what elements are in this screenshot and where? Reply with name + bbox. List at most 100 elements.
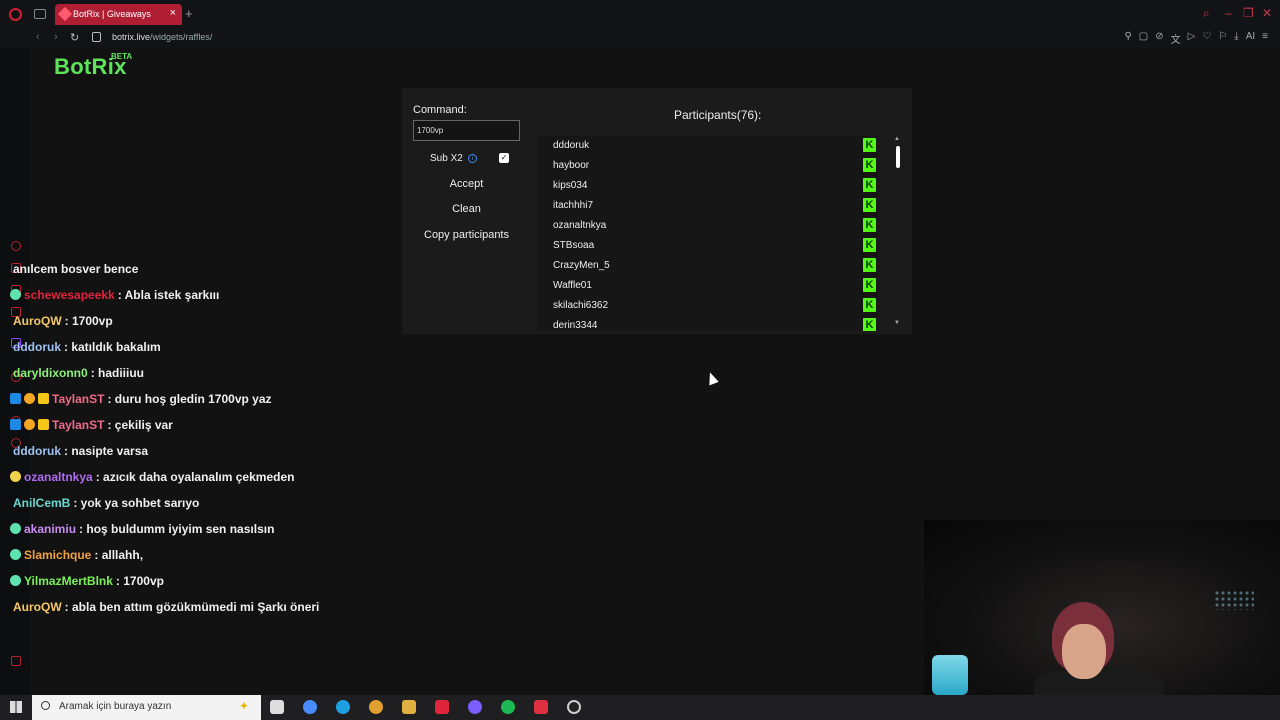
- edge-icon[interactable]: [336, 700, 350, 714]
- download-icon[interactable]: ⤓: [1234, 31, 1238, 46]
- tab-close-button[interactable]: ×: [170, 7, 176, 19]
- file-explorer-icon[interactable]: [402, 700, 416, 714]
- chat-message: YilmazMertBlnk: 1700vp: [10, 574, 164, 594]
- taskbar-search[interactable]: Aramak için buraya yazın ✦: [32, 695, 261, 720]
- chat-message: dddoruk: katıldık bakalım: [13, 340, 161, 360]
- chat-text: : çekiliş var: [107, 418, 173, 432]
- participant-row[interactable]: derin3344 K: [538, 316, 878, 331]
- participant-row[interactable]: dddoruk K: [538, 136, 878, 156]
- workspace-icon[interactable]: [34, 9, 46, 19]
- snapshot-icon[interactable]: ▢: [1139, 31, 1148, 46]
- chat-text: : alllahh,: [94, 548, 144, 562]
- fairy-lights: [1214, 590, 1254, 610]
- participant-row[interactable]: kips034 K: [538, 176, 878, 196]
- opera-gx-icon[interactable]: [435, 700, 449, 714]
- chat-message: ozanaltnkya: azıcık daha oyalanalım çekm…: [10, 470, 294, 490]
- participant-row[interactable]: STBsoaa K: [538, 236, 878, 256]
- heart-icon[interactable]: ♡: [1202, 31, 1211, 46]
- kick-platform-icon: K: [863, 218, 876, 232]
- chat-text: : hadiiiuu: [90, 366, 145, 380]
- accept-button[interactable]: Accept: [413, 173, 520, 195]
- scroll-thumb[interactable]: [896, 146, 900, 168]
- url-path: /widgets/raffles/: [150, 32, 213, 42]
- translate-icon[interactable]: 文: [1171, 31, 1181, 46]
- participant-name: Waffle01: [553, 280, 592, 291]
- chat-text: : Abla istek şarkııı: [117, 288, 220, 302]
- founder-badge-icon: [24, 393, 35, 404]
- app-icon[interactable]: [534, 700, 548, 714]
- streamer-face: [1062, 624, 1106, 679]
- chat-username: akanimiu: [24, 522, 77, 536]
- discord-icon[interactable]: [468, 700, 482, 714]
- search-tabs-icon[interactable]: ⌕: [1203, 6, 1210, 21]
- windows-start-icon[interactable]: [10, 701, 22, 713]
- participant-row[interactable]: CrazyMen_5 K: [538, 256, 878, 276]
- participant-name: CrazyMen_5: [553, 260, 610, 271]
- kick-platform-icon: K: [863, 158, 876, 172]
- sub-badge-icon: [10, 471, 21, 482]
- chat-text: : 1700vp: [115, 574, 164, 588]
- command-input[interactable]: [413, 120, 520, 141]
- task-view-icon[interactable]: [270, 700, 284, 714]
- chat-text: : katıldık bakalım: [64, 340, 161, 354]
- minimize-icon[interactable]: –: [1225, 6, 1232, 20]
- chat-text: : azıcık daha oyalanalım çekmeden: [95, 470, 295, 484]
- sub-x2-checkbox[interactable]: ✓: [499, 153, 509, 163]
- spotify-icon[interactable]: [501, 700, 515, 714]
- vip-crown-icon: [38, 419, 49, 430]
- reload-icon[interactable]: ↻: [70, 31, 79, 44]
- participants-title: Participants(76):: [674, 108, 762, 122]
- chat-message: daryldixonn0: hadiiiuu: [13, 366, 144, 386]
- chat-message: TaylanST: çekiliş var: [10, 418, 173, 438]
- search-highlight-icon: ✦: [238, 699, 249, 713]
- participants-list[interactable]: dddoruk Khayboor Kkips034 Kitachhhi7 Kozanal…: [538, 136, 878, 331]
- pin-icon[interactable]: ⚲: [1124, 31, 1131, 46]
- browser-menu-icon[interactable]: ≡: [1262, 31, 1268, 46]
- participant-row[interactable]: ozanaltnkya K: [538, 216, 878, 236]
- restore-icon[interactable]: ❐: [1243, 6, 1254, 20]
- chat-text: : 1700vp: [64, 314, 113, 328]
- url-field[interactable]: botrix.live/widgets/raffles/: [112, 32, 212, 42]
- moderator-badge-icon: [10, 393, 21, 404]
- close-window-icon[interactable]: ✕: [1262, 6, 1272, 20]
- back-icon[interactable]: ‹: [36, 31, 40, 43]
- chat-text: : duru hoş gledin 1700vp yaz: [107, 392, 272, 406]
- participants-scrollbar[interactable]: ▲ ▼: [894, 136, 902, 329]
- new-tab-button[interactable]: +: [185, 6, 193, 21]
- participant-row[interactable]: skilachi6362 K: [538, 296, 878, 316]
- play-icon[interactable]: ▷: [1188, 31, 1196, 46]
- chat-message: akanimiu: hoş buldumm iyiyim sen nasılsı…: [10, 522, 274, 542]
- chat-message: AnilCemB: yok ya sohbet sarıyo: [13, 496, 199, 516]
- kick-badge-icon: [10, 523, 21, 534]
- info-icon[interactable]: i: [468, 154, 477, 163]
- copilot-icon[interactable]: [303, 700, 317, 714]
- obs-icon[interactable]: [567, 700, 581, 714]
- copy-participants-button[interactable]: Copy participants: [413, 224, 520, 246]
- clean-button[interactable]: Clean: [413, 198, 520, 220]
- participant-row[interactable]: itachhhi7 K: [538, 196, 878, 216]
- chat-text: : abla ben attım gözükmümedi mi Şarkı ön…: [64, 600, 320, 614]
- participant-row[interactable]: hayboor K: [538, 156, 878, 176]
- scroll-down-icon[interactable]: ▼: [894, 320, 900, 326]
- participant-name: ozanaltnkya: [553, 220, 607, 231]
- url-host: botrix.live: [112, 32, 151, 42]
- adblock-icon[interactable]: ⊘: [1155, 31, 1163, 46]
- forward-icon[interactable]: ›: [54, 31, 58, 43]
- participant-name: kips034: [553, 180, 588, 191]
- chat-username: AuroQW: [13, 600, 62, 614]
- ai-button[interactable]: AI: [1246, 31, 1255, 46]
- chat-username: AnilCemB: [13, 496, 71, 510]
- participant-row[interactable]: Waffle01 K: [538, 276, 878, 296]
- sidebar-gx-icon[interactable]: [11, 656, 21, 666]
- opera-menu-icon[interactable]: [9, 8, 22, 21]
- lock-icon: [92, 32, 101, 42]
- sidebar-history-icon[interactable]: [11, 241, 21, 251]
- scroll-up-icon[interactable]: ▲: [894, 136, 900, 142]
- chat-username: schewesapeekk: [24, 288, 115, 302]
- wallet-icon[interactable]: ⚐: [1218, 31, 1227, 46]
- chrome-icon[interactable]: [369, 700, 383, 714]
- browser-tab[interactable]: BotRix | Giveaways ×: [55, 4, 182, 25]
- chat-username: dddoruk: [13, 444, 61, 458]
- chat-message: AuroQW: abla ben attım gözükmümedi mi Şa…: [13, 600, 319, 620]
- kick-badge-icon: [10, 575, 21, 586]
